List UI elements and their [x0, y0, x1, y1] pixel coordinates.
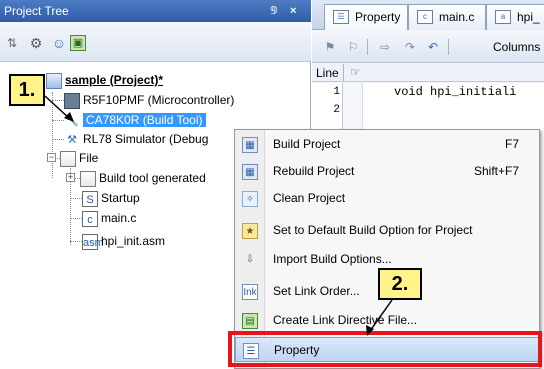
hpi-init-label: hpi_init.asm	[101, 234, 166, 248]
menu-item-label: Import Build Options...	[273, 252, 392, 266]
callout-step-2: 2.	[378, 268, 422, 300]
code-header: Line ☞	[312, 64, 544, 82]
tab-hpi-label: hpi_	[517, 10, 540, 24]
collapse-icon[interactable]: −	[47, 153, 56, 162]
redo-icon[interactable]: ↷	[402, 40, 418, 54]
menu-item-create-link-directive-file[interactable]: ▤ Create Link Directive File...	[235, 308, 539, 333]
line-number: 2	[333, 104, 340, 116]
tree-guide-line	[52, 139, 64, 140]
header-separator	[343, 64, 344, 82]
folder-icon	[80, 170, 96, 187]
default-option-icon: ★	[242, 223, 258, 239]
user-icon[interactable]: ☺	[50, 34, 68, 52]
simulator-label: RL78 Simulator (Debug	[83, 132, 209, 146]
code-line: void hpi_initiali	[394, 85, 517, 99]
tree-guide-line	[52, 100, 64, 101]
import-icon: ⇩	[245, 254, 255, 265]
generated-label: Build tool generated	[99, 171, 206, 185]
tree-guide-line	[52, 120, 64, 121]
menu-item-label: Rebuild Project	[273, 164, 355, 178]
menu-item-label: Clean Project	[273, 191, 346, 205]
build-tool-label: CA78K0R (Build Tool)	[83, 113, 206, 127]
tree-guide-line	[70, 241, 82, 242]
tree-guide-line	[70, 198, 82, 199]
tree-item-startup[interactable]: S Startup	[82, 189, 140, 207]
asm-file-icon: asm	[82, 233, 104, 250]
tree-item-hpi-init[interactable]: asmhpi_init.asm	[82, 232, 165, 250]
sort-icon[interactable]: ⇅	[3, 34, 21, 52]
main-c-label: main.c	[101, 211, 137, 225]
tab-main-c[interactable]: c main.c	[408, 4, 486, 30]
menu-item-label: Build Project	[273, 137, 341, 151]
menu-item-set-default-build-option[interactable]: ★ Set to Default Build Option for Projec…	[235, 218, 539, 243]
c-file-icon: c	[82, 210, 98, 227]
project-label: sample (Project)*	[65, 73, 164, 87]
columns-button[interactable]: Columns	[493, 39, 540, 55]
tree-guide-line	[70, 218, 82, 219]
toolbar-separator	[448, 39, 449, 55]
menu-item-clean-project[interactable]: ✧ Clean Project	[235, 186, 539, 211]
menu-item-label: Set Link Order...	[273, 284, 360, 298]
gear-icon[interactable]: ⚙	[27, 34, 45, 52]
startup-file-icon: S	[82, 190, 98, 207]
menu-item-rebuild-project[interactable]: ▦ Rebuild Project Shift+F7	[235, 159, 539, 184]
menu-item-label: Create Link Directive File...	[273, 313, 418, 327]
asm-tab-icon: a	[495, 10, 511, 24]
expand-icon[interactable]: +	[66, 173, 75, 182]
link-order-icon: Ink	[242, 284, 258, 300]
c-file-tab-icon: c	[417, 10, 433, 24]
tree-toolbar: ⇅ ⚙ ☺ ▣	[0, 22, 311, 62]
tree-item-main-c[interactable]: c main.c	[82, 209, 136, 227]
tree-item-generated[interactable]: Build tool generated	[80, 169, 206, 187]
project-icon	[46, 72, 62, 89]
property-highlight-box	[228, 331, 542, 367]
build-icon: ▦	[242, 137, 258, 153]
menu-item-shortcut: Shift+F7	[473, 164, 519, 178]
hand-marker-icon: ☞	[350, 65, 361, 79]
callout-step-1: 1.	[9, 74, 45, 106]
debug-tool-icon: ⚒	[67, 133, 77, 146]
tree-item-microcontroller[interactable]: R5F10PMF (Microcontroller)	[64, 91, 234, 109]
rebuild-icon: ▦	[242, 164, 258, 180]
property-tab-icon: ☰	[333, 10, 349, 24]
tree-item-simulator[interactable]: ⚒ RL78 Simulator (Debug	[64, 130, 208, 148]
tab-property-label: Property	[355, 10, 401, 24]
line-column-header: Line	[316, 66, 339, 80]
folder-icon	[60, 150, 76, 167]
toolbar-separator	[367, 39, 368, 55]
microcontroller-label: R5F10PMF (Microcontroller)	[83, 93, 235, 107]
view-icon[interactable]: ▣	[70, 35, 86, 51]
tab-property[interactable]: ☰ Property	[324, 4, 408, 30]
tree-guide-line	[52, 92, 53, 178]
bookmark-icon[interactable]: ⚑	[322, 40, 338, 54]
chip-icon	[64, 92, 80, 109]
tree-item-project[interactable]: sample (Project)*	[46, 71, 163, 89]
undo-icon[interactable]: ↶	[425, 40, 441, 54]
pin-icon[interactable]: 𝟡	[270, 0, 278, 22]
tree-item-file-folder[interactable]: File	[60, 149, 98, 167]
bookmark-next-icon[interactable]: ⚐	[345, 40, 361, 54]
menu-item-label: Set to Default Build Option for Project	[273, 223, 473, 237]
forward-icon[interactable]: ⇨	[377, 40, 393, 54]
wrench-icon: 🔧	[65, 114, 79, 127]
file-folder-label: File	[79, 151, 99, 165]
startup-label: Startup	[101, 191, 140, 205]
close-icon[interactable]: ×	[290, 0, 296, 22]
line-number: 1	[333, 86, 340, 98]
panel-title: Project Tree	[4, 4, 69, 18]
link-directive-icon: ▤	[242, 313, 258, 329]
menu-item-build-project[interactable]: ▦ Build Project F7	[235, 132, 539, 157]
editor-toolbar: ⚑ ⚐ ⇨ ↷ ↶ Columns	[312, 31, 544, 63]
menu-item-shortcut: F7	[504, 137, 519, 151]
tab-main-c-label: main.c	[439, 10, 475, 24]
tab-hpi[interactable]: a hpi_	[486, 4, 544, 30]
panel-title-bar: Project Tree 𝟡 ×	[0, 0, 311, 22]
clean-icon: ✧	[242, 191, 258, 207]
tab-strip: ☰ Property c main.c a hpi_	[312, 0, 544, 30]
tree-item-build-tool[interactable]: 🔧 CA78K0R (Build Tool)	[64, 111, 206, 129]
